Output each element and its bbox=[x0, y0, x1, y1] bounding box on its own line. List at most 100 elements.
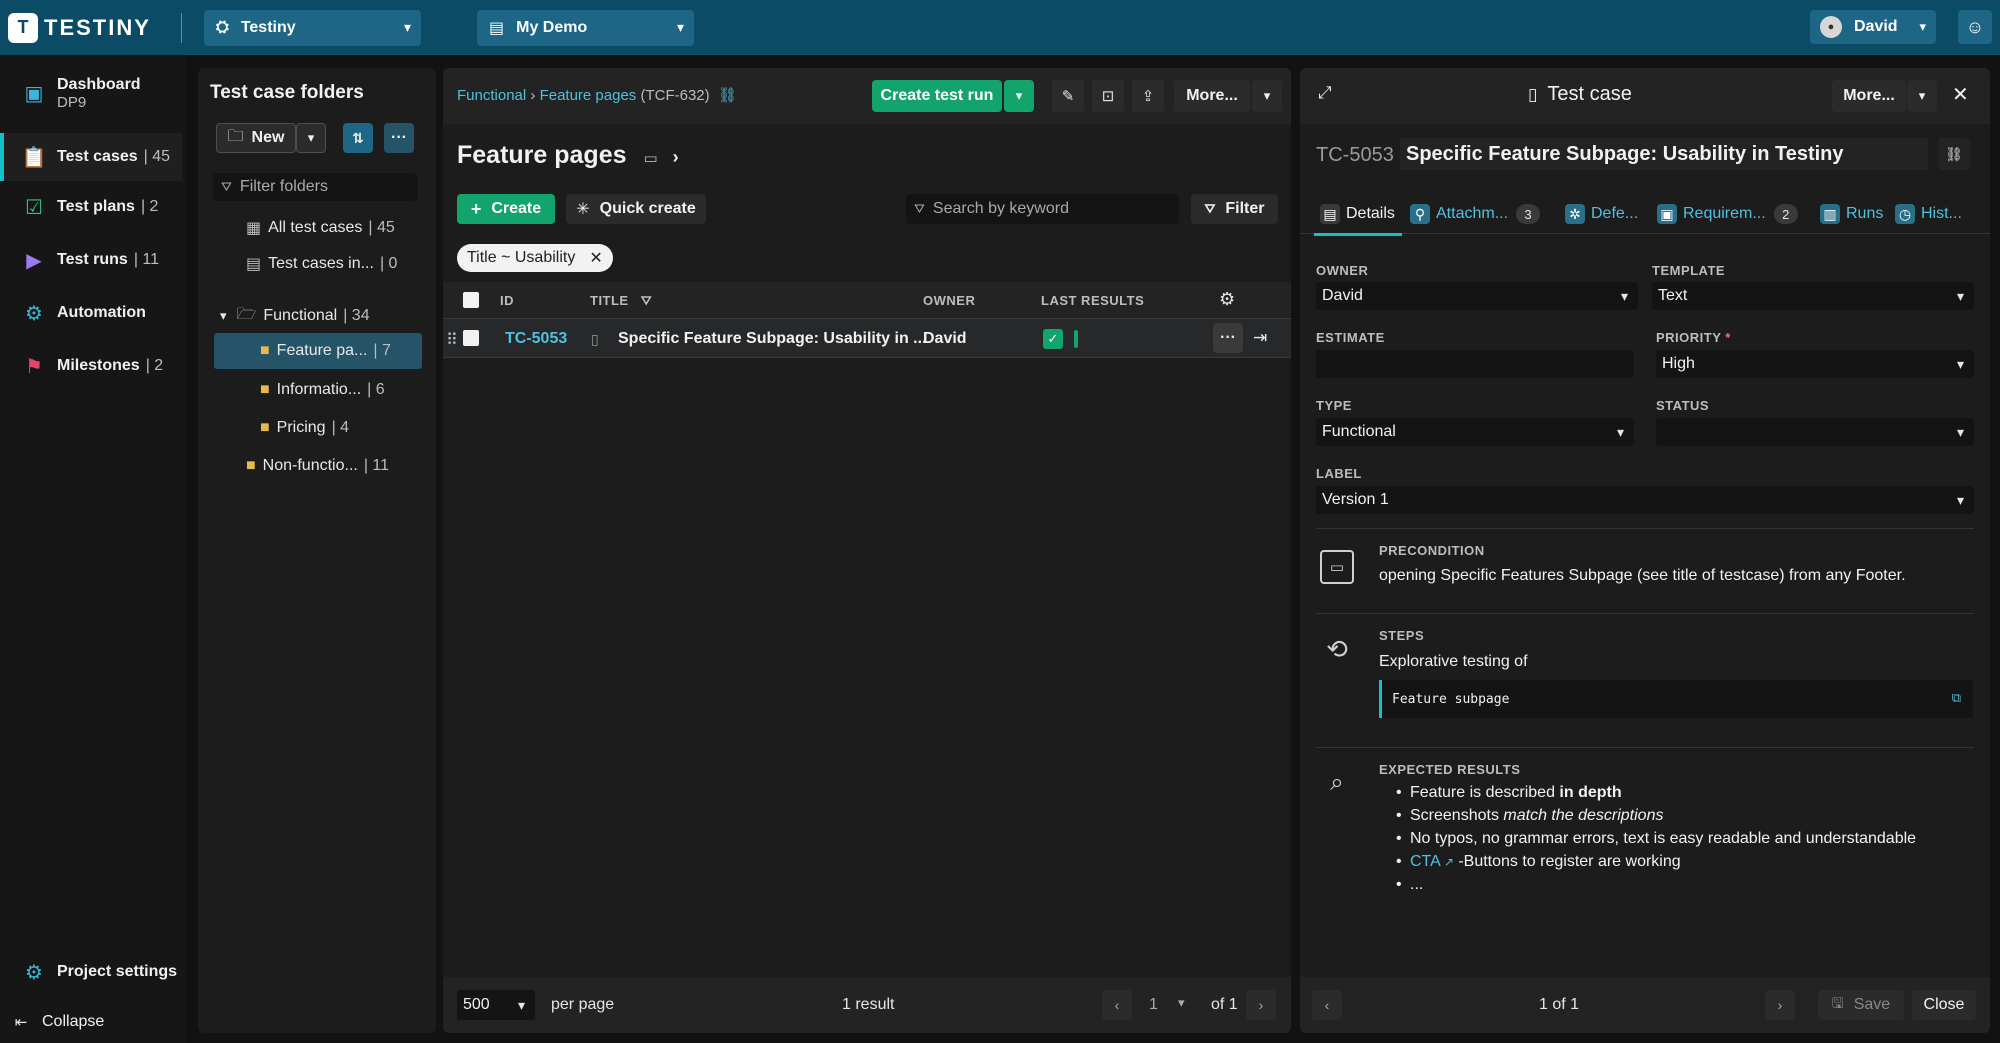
demo-select[interactable]: ▤ My Demo ▾ bbox=[477, 9, 694, 46]
folder-pricing[interactable]: ■ Pricing | 4 bbox=[260, 410, 349, 446]
prev-case-button[interactable]: ‹ bbox=[1312, 990, 1342, 1020]
expand-icon[interactable]: ⤢ bbox=[1318, 83, 1332, 103]
active-tab-indicator bbox=[1314, 233, 1402, 236]
more-dropdown-button[interactable]: ▾ bbox=[1252, 80, 1282, 112]
create-button[interactable]: + Create bbox=[457, 194, 555, 224]
next-page-button[interactable]: › bbox=[1246, 990, 1276, 1020]
tab-requirements[interactable]: ▣ Requirem... 2 bbox=[1657, 204, 1798, 224]
nav-project-settings[interactable]: ⚙ Project settings bbox=[0, 951, 182, 993]
test-case-title[interactable]: Specific Feature Subpage: Usability in T… bbox=[1400, 138, 1928, 170]
nav-test-cases[interactable]: 📋 Test cases | 45 bbox=[0, 133, 182, 181]
chevron-down-icon: ▾ bbox=[676, 19, 684, 35]
tab-defects[interactable]: ✲ Defe... bbox=[1565, 204, 1638, 224]
chevron-right-icon[interactable]: › bbox=[673, 147, 679, 167]
select-all-checkbox[interactable] bbox=[463, 292, 479, 308]
collapse-button[interactable]: ⇤ Collapse bbox=[0, 1005, 182, 1039]
logo[interactable]: T TESTINY bbox=[8, 12, 173, 43]
move-button[interactable]: ⊡ bbox=[1092, 80, 1124, 112]
status-select[interactable]: ▾ bbox=[1656, 418, 1974, 446]
chevron-down-icon: ▾ bbox=[1263, 88, 1271, 103]
new-folder-button[interactable]: 🗀 New bbox=[216, 123, 296, 153]
chevron-down-icon: ▾ bbox=[1919, 19, 1926, 34]
folder-information[interactable]: ■ Informatio... | 6 bbox=[260, 372, 385, 408]
prev-page-button[interactable]: ‹ bbox=[1102, 990, 1132, 1020]
column-settings-gear-icon[interactable]: ⚙ bbox=[1219, 289, 1236, 310]
folders-panel: Test case folders 🗀 New ▾ ⇅ ··· ⛛ Filter… bbox=[198, 68, 436, 1033]
details-icon: ▤ bbox=[1320, 204, 1340, 224]
nav-test-runs[interactable]: ▶ Test runs | 11 bbox=[0, 239, 182, 281]
copy-link-icon[interactable]: ⛓ bbox=[1938, 138, 1970, 170]
divider bbox=[1316, 747, 1974, 748]
page-number[interactable]: 1 bbox=[1149, 996, 1158, 1014]
create-test-run-button[interactable]: Create test run bbox=[872, 80, 1002, 112]
folder-non-functional[interactable]: ■ Non-functio... | 11 bbox=[246, 448, 389, 484]
priority-select[interactable]: High ▾ bbox=[1656, 350, 1974, 378]
table-row[interactable]: ⠿ TC-5053 ▯ Specific Feature Subpage: Us… bbox=[443, 318, 1291, 358]
page-chevron-down-icon[interactable]: ▾ bbox=[1178, 995, 1185, 1011]
tab-attachments[interactable]: ⚲ Attachm... 3 bbox=[1410, 204, 1541, 224]
new-dropdown-button[interactable]: ▾ bbox=[296, 123, 326, 153]
edit-button[interactable]: ✎ bbox=[1052, 80, 1084, 112]
tab-runs[interactable]: ▥ Runs bbox=[1820, 204, 1883, 224]
user-menu[interactable]: ● David ▾ bbox=[1810, 10, 1936, 44]
cta-link[interactable]: CTA bbox=[1410, 853, 1441, 870]
more-button[interactable]: More... bbox=[1174, 80, 1250, 112]
tab-history[interactable]: ◷ Hist... bbox=[1895, 204, 1962, 224]
chevron-down-icon: ▾ bbox=[1956, 355, 1964, 372]
detail-more-dropdown[interactable]: ▾ bbox=[1907, 80, 1937, 112]
nav-automation[interactable]: ⚙ Automation bbox=[0, 292, 182, 334]
nav-test-plans[interactable]: ☑ Test plans | 2 bbox=[0, 186, 182, 228]
drag-handle-icon[interactable]: ⠿ bbox=[446, 330, 458, 350]
estimate-input[interactable] bbox=[1316, 350, 1634, 378]
middle-header: Functional › Feature pages (TCF-632) ⛓ C… bbox=[443, 68, 1291, 124]
folder-open-icon: 🗁 bbox=[236, 305, 257, 323]
filter-chip[interactable]: Title ~ Usability ✕ bbox=[457, 244, 613, 272]
copy-icon[interactable]: ⧉ bbox=[1952, 690, 1961, 706]
close-icon[interactable]: ✕ bbox=[589, 248, 602, 268]
search-input[interactable]: ⛛ Search by keyword bbox=[906, 194, 1179, 224]
row-id-link[interactable]: TC-5053 bbox=[505, 330, 567, 348]
description-icon[interactable]: ▭ bbox=[643, 150, 657, 167]
link-icon[interactable]: ⛓ bbox=[718, 87, 737, 104]
per-page-select[interactable]: 500 ▾ bbox=[457, 990, 535, 1020]
filter-folders-input[interactable]: ⛛ Filter folders bbox=[213, 173, 418, 201]
title-column-header[interactable]: TITLE ⛛ bbox=[590, 293, 652, 309]
export-button[interactable]: ⇪ bbox=[1132, 80, 1164, 112]
close-icon[interactable]: ✕ bbox=[1952, 82, 1969, 107]
detail-header: ⤢ ▯ Test case More... ▾ ✕ bbox=[1300, 68, 1990, 124]
template-select[interactable]: Text ▾ bbox=[1652, 282, 1974, 310]
demo-icon: ▤ bbox=[489, 19, 505, 37]
folder-test-cases-in[interactable]: ▤ Test cases in... | 0 bbox=[246, 246, 397, 282]
sort-button[interactable]: ⇅ bbox=[343, 123, 373, 153]
folder-icon: ■ bbox=[246, 457, 256, 474]
nav-dashboard[interactable]: ▣ Dashboard DP9 bbox=[0, 69, 182, 117]
detail-more-button[interactable]: More... bbox=[1832, 80, 1906, 112]
folder-all-test-cases[interactable]: ▦ All test cases | 45 bbox=[246, 210, 395, 246]
row-more-dots-icon[interactable]: ··· bbox=[1213, 323, 1243, 353]
filter-icon[interactable]: ⛛ bbox=[641, 293, 652, 308]
next-case-button[interactable]: › bbox=[1765, 990, 1795, 1020]
folder-more-button[interactable]: ··· bbox=[384, 123, 414, 153]
open-detail-icon[interactable]: ⇥ bbox=[1253, 328, 1267, 348]
breadcrumb-functional[interactable]: Functional bbox=[457, 87, 526, 104]
owner-select[interactable]: David ▾ bbox=[1316, 282, 1638, 310]
breadcrumb-feature-pages[interactable]: Feature pages bbox=[540, 87, 637, 104]
nav-milestones[interactable]: ⚑ Milestones | 2 bbox=[0, 345, 182, 387]
row-checkbox[interactable] bbox=[463, 330, 479, 346]
folder-functional[interactable]: ▾ 🗁 Functional | 34 bbox=[220, 298, 370, 334]
quick-create-button[interactable]: ✳ Quick create bbox=[566, 194, 706, 224]
save-button[interactable]: 🖫 Save bbox=[1818, 990, 1904, 1020]
external-link-icon[interactable]: ↗ bbox=[1444, 855, 1454, 869]
clipboard-check-icon: ☑ bbox=[25, 196, 43, 219]
feedback-smile-icon[interactable]: ☺ bbox=[1958, 10, 1992, 44]
tab-details[interactable]: ▤ Details bbox=[1320, 204, 1395, 224]
list-item: Feature is described in depth bbox=[1396, 784, 1916, 807]
type-select[interactable]: Functional ▾ bbox=[1316, 418, 1634, 446]
filter-button[interactable]: ⛛ Filter bbox=[1191, 194, 1278, 224]
create-test-run-dropdown[interactable]: ▾ bbox=[1004, 80, 1034, 112]
folder-feature-pages[interactable]: ■ Feature pa... | 7 bbox=[214, 333, 422, 369]
row-title[interactable]: Specific Feature Subpage: Usability in .… bbox=[618, 330, 927, 348]
label-select[interactable]: Version 1 ▾ bbox=[1316, 486, 1974, 514]
project-select[interactable]: ⛭ Testiny ▾ bbox=[204, 9, 421, 46]
close-button[interactable]: Close bbox=[1912, 990, 1976, 1020]
